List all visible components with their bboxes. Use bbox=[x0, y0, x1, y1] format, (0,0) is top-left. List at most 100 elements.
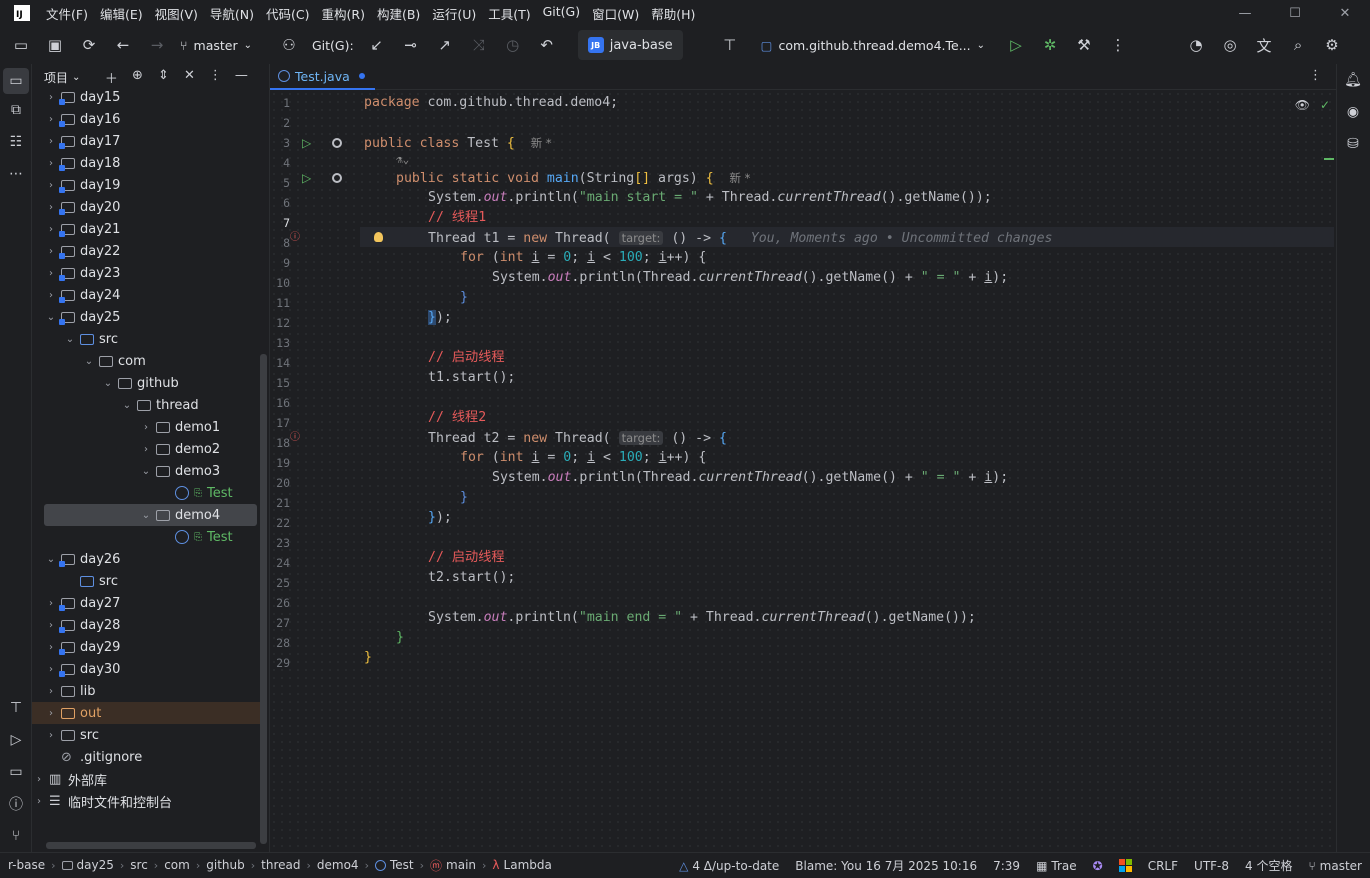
tree-item[interactable]: › day30 bbox=[32, 658, 262, 680]
tree-item[interactable]: ⌄ demo3 bbox=[32, 460, 262, 482]
breadcrumb-item[interactable]: Test bbox=[390, 858, 414, 872]
tree-item[interactable]: src bbox=[32, 570, 262, 592]
chevron-right-icon[interactable]: › bbox=[44, 686, 58, 697]
hammer-icon[interactable]: ⚒ bbox=[1067, 31, 1101, 59]
tree-item[interactable]: › demo1 bbox=[32, 416, 262, 438]
chevron-down-icon[interactable]: ⌄ bbox=[63, 334, 77, 345]
tree-item[interactable]: ⌄ thread bbox=[32, 394, 262, 416]
tree-item[interactable]: ⌄ day25 bbox=[32, 306, 262, 328]
locate-icon[interactable]: ⊕ bbox=[124, 68, 150, 87]
menu-item[interactable]: 运行(U) bbox=[426, 4, 482, 23]
chevron-right-icon[interactable]: › bbox=[44, 92, 58, 103]
tree-item[interactable]: › day21 bbox=[32, 218, 262, 240]
chevron-right-icon[interactable]: › bbox=[44, 180, 58, 191]
project-widget[interactable]: JB java-base bbox=[577, 30, 683, 60]
translate-icon[interactable]: 文 bbox=[1247, 31, 1281, 59]
run-gutter-icon[interactable]: ▷ bbox=[302, 133, 311, 153]
breadcrumb-item[interactable]: r-base bbox=[8, 858, 45, 872]
tree-item[interactable]: › day27 bbox=[32, 592, 262, 614]
tree-item[interactable]: › day18 bbox=[32, 152, 262, 174]
line-separator[interactable]: CRLF bbox=[1140, 859, 1186, 873]
chevron-down-icon[interactable]: ⌄ bbox=[139, 466, 153, 477]
tree-item[interactable]: › day23 bbox=[32, 262, 262, 284]
chevron-right-icon[interactable]: › bbox=[32, 774, 46, 785]
tree-item[interactable]: › demo2 bbox=[32, 438, 262, 460]
tab-options-icon[interactable]: ⋮ bbox=[1309, 68, 1322, 83]
database-icon[interactable]: ⛁ bbox=[1337, 128, 1369, 160]
git-commit-icon[interactable]: ⊸ bbox=[394, 31, 428, 59]
chevron-right-icon[interactable]: › bbox=[44, 598, 58, 609]
notifications-icon[interactable]: 🔔︎ bbox=[1337, 64, 1369, 96]
chevron-down-icon[interactable]: ⌄ bbox=[72, 72, 80, 83]
menu-item[interactable]: 工具(T) bbox=[482, 4, 536, 23]
user-icon[interactable]: ⚇ bbox=[272, 31, 306, 59]
chevron-right-icon[interactable]: › bbox=[44, 246, 58, 257]
git-push-icon[interactable]: ↗ bbox=[428, 31, 462, 59]
sync-icon[interactable]: ⟳ bbox=[72, 31, 106, 59]
vcs-status[interactable]: △ 4 Δ/up-to-date bbox=[671, 859, 787, 873]
chevron-down-icon[interactable]: ⌄ bbox=[44, 554, 58, 565]
breadcrumb-item[interactable]: demo4 bbox=[317, 858, 359, 872]
debug-icon[interactable]: ✲ bbox=[1033, 31, 1067, 59]
git-merge-icon[interactable]: ⤨ bbox=[462, 31, 496, 59]
git-update-icon[interactable]: ↙ bbox=[360, 31, 394, 59]
services-icon[interactable]: ▷ bbox=[0, 724, 32, 756]
chevron-right-icon[interactable]: › bbox=[32, 796, 46, 807]
lambda-gutter-icon[interactable]: ⓘ bbox=[290, 228, 300, 248]
menu-item[interactable]: 导航(N) bbox=[204, 4, 260, 23]
chevron-down-icon[interactable]: ⌄ bbox=[101, 378, 115, 389]
save-icon[interactable]: ▣ bbox=[38, 31, 72, 59]
chevron-right-icon[interactable]: › bbox=[44, 136, 58, 147]
tree-item[interactable]: ⌄ src bbox=[32, 328, 262, 350]
expand-icon[interactable]: ⇕ bbox=[150, 68, 176, 87]
structure-tool-icon[interactable]: ☷ bbox=[0, 126, 32, 158]
tree-item[interactable]: ⊘ .gitignore bbox=[32, 746, 262, 768]
add-icon[interactable]: ＋ bbox=[98, 68, 124, 87]
reader-mode-icon[interactable]: 👁︎ bbox=[1295, 98, 1310, 112]
menu-item[interactable]: 帮助(H) bbox=[645, 4, 701, 23]
inspection-hint-icon[interactable]: ⚗⌄ bbox=[396, 150, 409, 170]
copilot-icon[interactable]: ◎ bbox=[1213, 31, 1247, 59]
forward-icon[interactable]: → bbox=[140, 31, 174, 59]
run-config-widget[interactable]: ▢ com.github.thread.demo4.Te... ⌄ bbox=[755, 31, 991, 59]
terminal-icon[interactable]: ▭ bbox=[0, 756, 32, 788]
build-tool-icon[interactable]: ⊤ bbox=[713, 31, 747, 59]
chevron-right-icon[interactable]: › bbox=[44, 202, 58, 213]
tree-scrollbar[interactable] bbox=[260, 354, 267, 844]
back-icon[interactable]: ← bbox=[106, 31, 140, 59]
tree-item[interactable]: › day28 bbox=[32, 614, 262, 636]
breadcrumb-item[interactable]: src bbox=[130, 858, 148, 872]
git-tool-icon[interactable]: ⑂ bbox=[0, 820, 32, 852]
tree-item[interactable]: › day16 bbox=[32, 108, 262, 130]
chevron-right-icon[interactable]: › bbox=[44, 158, 58, 169]
intention-bulb-icon[interactable] bbox=[374, 232, 383, 242]
plugin-icon[interactable]: ✪ bbox=[1085, 859, 1111, 873]
ai-assistant-icon[interactable]: ◔ bbox=[1179, 31, 1213, 59]
panel-title[interactable]: 项目 bbox=[44, 69, 68, 86]
tree-item[interactable]: ⌄ com bbox=[32, 350, 262, 372]
chevron-down-icon[interactable]: ⌄ bbox=[120, 400, 134, 411]
tree-item[interactable]: › src bbox=[32, 724, 262, 746]
menu-item[interactable]: 代码(C) bbox=[260, 4, 315, 23]
branch-widget[interactable]: ⑂ master ⌄ bbox=[174, 31, 258, 59]
tree-item[interactable]: › day29 bbox=[32, 636, 262, 658]
menu-item[interactable]: 构建(B) bbox=[371, 4, 426, 23]
tree-item[interactable]: › day24 bbox=[32, 284, 262, 306]
chevron-right-icon[interactable]: › bbox=[44, 290, 58, 301]
breadcrumb-item[interactable]: com bbox=[164, 858, 190, 872]
code-editor[interactable]: 1 2 3 4 5 6 7 8 9 10 11 12 13 14 15 16 17 18 19 20 21 22 23 24 2… bbox=[270, 90, 1336, 852]
chevron-right-icon[interactable]: › bbox=[139, 422, 153, 433]
caret-position[interactable]: 7:39 bbox=[985, 859, 1028, 873]
chevron-right-icon[interactable]: › bbox=[44, 620, 58, 631]
tree-item[interactable]: ⌄ demo4 bbox=[44, 504, 257, 526]
tree-item[interactable]: › lib bbox=[32, 680, 262, 702]
tree-hscrollbar[interactable] bbox=[46, 842, 256, 849]
trae-status[interactable]: ▦ Trae bbox=[1028, 859, 1085, 873]
indent-status[interactable]: 4 个空格 bbox=[1237, 857, 1300, 874]
tree-item[interactable]: ⌄ day26 bbox=[32, 548, 262, 570]
options-icon[interactable]: ⋮ bbox=[202, 68, 228, 87]
commit-tool-icon[interactable]: ⧉ bbox=[0, 94, 32, 126]
collapse-icon[interactable]: ✕ bbox=[176, 68, 202, 87]
tree-item[interactable]: › day19 bbox=[32, 174, 262, 196]
ai-chat-icon[interactable]: ◉ bbox=[1337, 96, 1369, 128]
